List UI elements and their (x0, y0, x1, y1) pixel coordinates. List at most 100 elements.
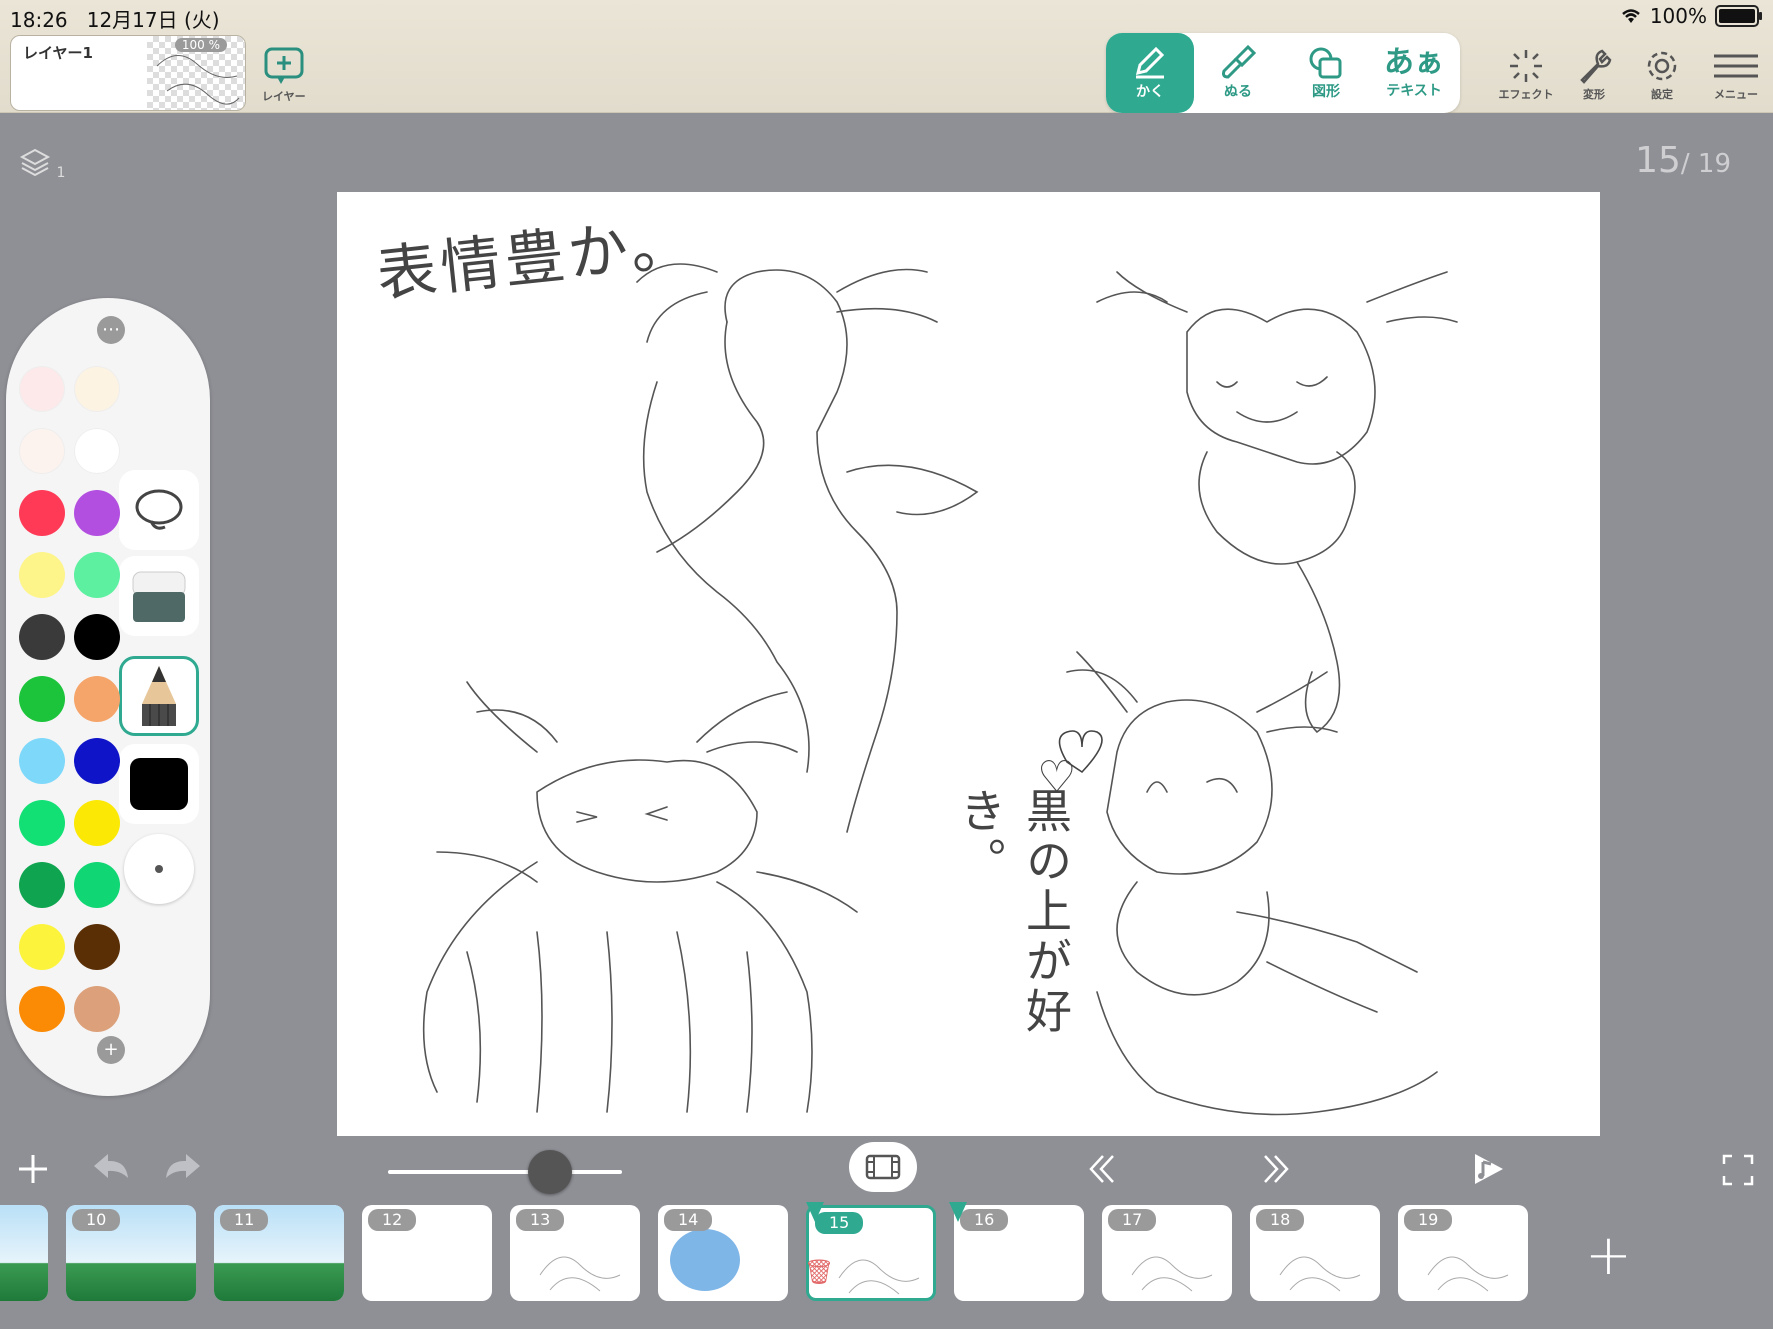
play-music-icon[interactable] (1469, 1150, 1507, 1188)
color-swatch[interactable] (19, 738, 65, 784)
color-swatch[interactable] (19, 366, 65, 412)
add-layer-icon (264, 47, 304, 84)
film-icon (865, 1154, 901, 1180)
fullscreen-icon[interactable] (1722, 1154, 1754, 1186)
mode-shape[interactable]: 図形 (1282, 33, 1370, 113)
range-marker-start[interactable] (806, 1202, 824, 1222)
mode-text-label: テキスト (1386, 83, 1442, 99)
drawing-canvas[interactable]: 表情豊か。 黒の上が好き。 ♡ (337, 192, 1600, 1136)
color-swatch[interactable] (74, 614, 120, 660)
color-swatch[interactable] (19, 924, 65, 970)
thumbnail-size-slider[interactable] (388, 1170, 622, 1174)
battery-icon (1715, 5, 1762, 27)
current-color-button[interactable] (119, 744, 199, 824)
sparkle-icon (1510, 50, 1542, 82)
layer-add-button[interactable]: レイヤー (262, 46, 306, 104)
wifi-icon (1621, 9, 1640, 23)
clock: 18:26 (10, 8, 68, 32)
trash-icon[interactable]: 🗑 (804, 1258, 834, 1286)
hamburger-icon (1714, 54, 1758, 78)
eraser-tool[interactable] (119, 556, 199, 636)
color-swatch[interactable] (74, 738, 120, 784)
color-swatch[interactable] (19, 800, 65, 846)
menu-button[interactable]: メニュー (1701, 46, 1771, 102)
frame-thumbnail[interactable]: 17 (1102, 1205, 1232, 1301)
color-palette: ⋯ + (6, 298, 210, 1096)
frame-thumbnail[interactable]: 16 (954, 1205, 1084, 1301)
frame-number: 14 (664, 1209, 713, 1231)
battery-percent: 100% (1649, 4, 1707, 28)
color-swatch[interactable] (19, 552, 65, 598)
frame-thumbnail[interactable]: 10 (66, 1205, 196, 1301)
next-frame-icon[interactable] (1259, 1152, 1293, 1186)
color-swatch[interactable] (19, 614, 65, 660)
color-swatch[interactable] (74, 676, 120, 722)
layer-opacity: 100 % (174, 38, 227, 52)
color-swatch[interactable] (74, 366, 120, 412)
color-swatch[interactable] (19, 490, 65, 536)
add-frame-button[interactable]: + (1585, 1228, 1632, 1284)
color-swatch[interactable] (19, 428, 65, 474)
brush-size-button[interactable] (124, 834, 194, 904)
eraser-icon (132, 571, 186, 622)
transform-button[interactable]: 変形 (1559, 46, 1629, 102)
frame-number: 19 (1404, 1209, 1453, 1231)
mode-draw[interactable]: かく (1106, 33, 1194, 113)
brush-icon (1222, 45, 1257, 79)
mode-fill[interactable]: ぬる (1194, 33, 1282, 113)
black-color-square (130, 758, 188, 810)
layers-indicator[interactable]: 1 (18, 145, 65, 183)
top-toolbar: 18:26 12月17日 (火) 100% レイヤー1 100 % レイヤー か… (0, 0, 1773, 113)
range-marker-end[interactable] (949, 1202, 967, 1222)
color-swatch[interactable] (74, 428, 120, 474)
color-swatch[interactable] (19, 986, 65, 1032)
undo-icon[interactable] (88, 1148, 132, 1186)
color-swatch[interactable] (74, 552, 120, 598)
frame-number: 18 (1256, 1209, 1305, 1231)
prev-frame-icon[interactable] (1085, 1152, 1119, 1186)
add-icon[interactable] (16, 1152, 50, 1186)
layers-icon (19, 148, 51, 177)
frame-thumbnail[interactable]: 18 (1250, 1205, 1380, 1301)
gear-icon (1647, 51, 1677, 81)
status-time: 18:26 12月17日 (火) (10, 4, 220, 33)
frame-thumbnail[interactable]: 13 (510, 1205, 640, 1301)
menu-label: メニュー (1714, 88, 1758, 101)
frame-number: 17 (1108, 1209, 1157, 1231)
frame-thumbnail[interactable]: 12 (362, 1205, 492, 1301)
shape-icon (1309, 47, 1342, 79)
frame-number: 11 (220, 1209, 269, 1231)
frame-number: 12 (368, 1209, 417, 1231)
color-swatch[interactable] (74, 490, 120, 536)
layer-chip[interactable]: レイヤー1 100 % (10, 35, 246, 111)
palette-more-icon[interactable]: ⋯ (97, 316, 125, 344)
frame-thumbnail[interactable]: 11 (214, 1205, 344, 1301)
frame-number: 10 (72, 1209, 121, 1231)
color-swatch[interactable] (74, 924, 120, 970)
film-button[interactable] (849, 1142, 917, 1192)
settings-button[interactable]: 設定 (1627, 46, 1697, 102)
color-swatch[interactable] (74, 862, 120, 908)
frame-thumbnail[interactable]: 15 (806, 1205, 936, 1301)
add-color-icon[interactable]: + (97, 1036, 125, 1064)
frame-thumbnail[interactable]: 19 (1398, 1205, 1528, 1301)
color-swatch[interactable] (74, 800, 120, 846)
lasso-tool[interactable] (119, 470, 199, 550)
effect-button[interactable]: エフェクト (1491, 46, 1561, 102)
frame-image (0, 1205, 48, 1301)
frame-thumbnail[interactable]: 14 (658, 1205, 788, 1301)
frame-thumbnail[interactable] (0, 1205, 48, 1301)
page-total: / 19 (1680, 149, 1731, 179)
color-swatch[interactable] (19, 862, 65, 908)
sketch-side-note: 黒の上が好き。 (953, 787, 1073, 1037)
redo-icon[interactable] (162, 1148, 206, 1186)
mode-shape-label: 図形 (1312, 84, 1340, 100)
color-swatch[interactable] (74, 986, 120, 1032)
pencil-tool[interactable] (119, 656, 199, 736)
frame-number: 13 (516, 1209, 565, 1231)
mode-text[interactable]: あぁ テキスト (1370, 33, 1458, 113)
slider-thumb[interactable] (528, 1150, 572, 1194)
layer-count: 1 (56, 165, 66, 181)
transform-label: 変形 (1583, 88, 1605, 101)
color-swatch[interactable] (19, 676, 65, 722)
